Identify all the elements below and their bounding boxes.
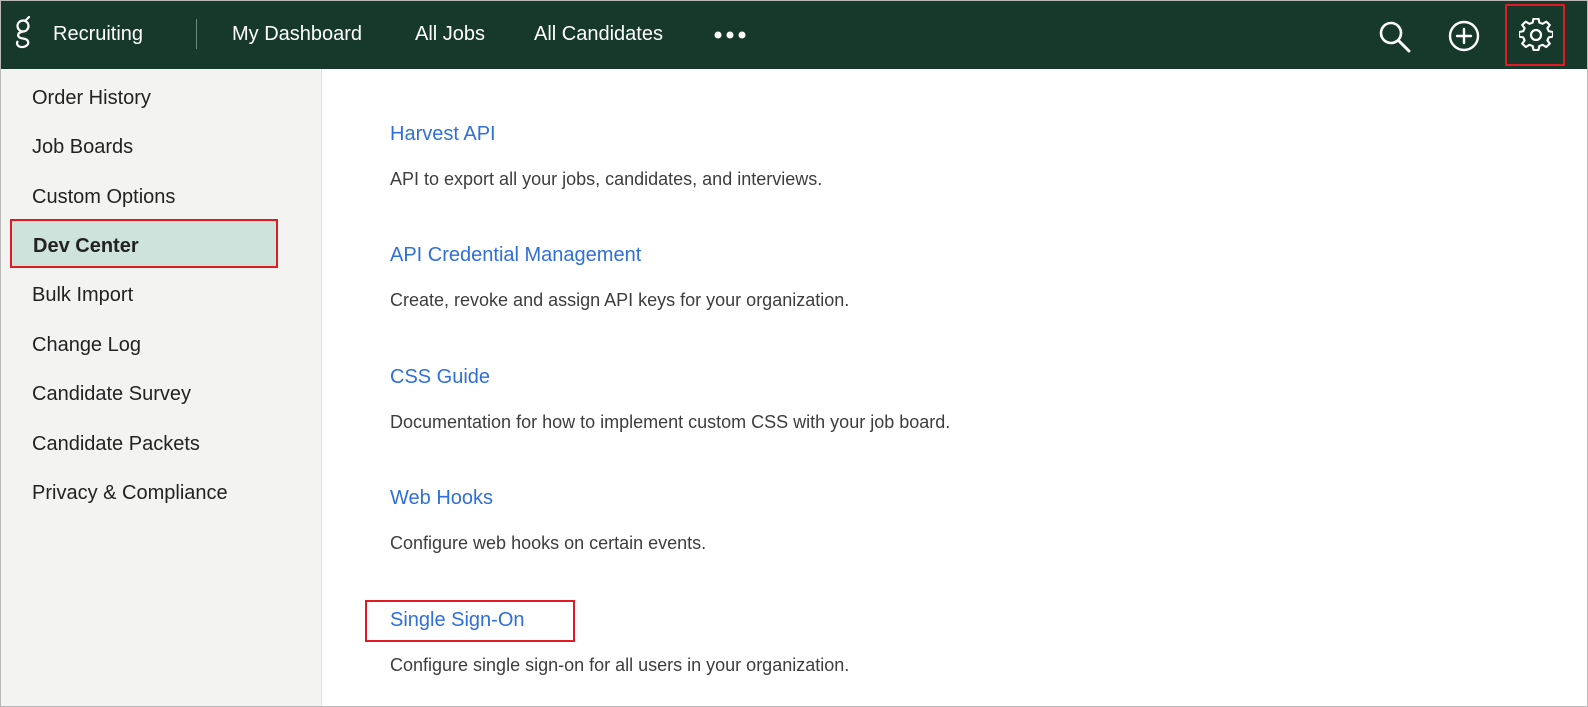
css-guide-description: Documentation for how to implement custo… <box>390 412 951 432</box>
sidebar-item-custom-options[interactable]: Custom Options <box>32 186 175 209</box>
more-dots-icon[interactable] <box>713 28 749 42</box>
sidebar-item-candidate-packets[interactable]: Candidate Packets <box>32 433 200 456</box>
nav-all-jobs[interactable]: All Jobs <box>415 23 485 46</box>
sidebar-item-job-boards[interactable]: Job Boards <box>32 136 133 159</box>
greenhouse-g-logo-icon[interactable] <box>13 13 33 53</box>
gear-icon[interactable] <box>1519 18 1553 52</box>
add-circle-icon[interactable] <box>1447 19 1481 53</box>
api-credential-management-link[interactable]: API Credential Management <box>390 244 641 267</box>
web-hooks-link[interactable]: Web Hooks <box>390 487 493 510</box>
harvest-api-description: API to export all your jobs, candidates,… <box>390 169 823 189</box>
sidebar-item-label: Dev Center <box>33 235 139 257</box>
dev-center-content: Harvest API API to export all your jobs,… <box>323 69 1587 706</box>
api-credential-management-description: Create, revoke and assign API keys for y… <box>390 290 850 310</box>
sidebar-item-candidate-survey[interactable]: Candidate Survey <box>32 383 191 406</box>
css-guide-link[interactable]: CSS Guide <box>390 366 490 389</box>
sidebar-item-order-history[interactable]: Order History <box>32 87 151 110</box>
sidebar-item-bulk-import[interactable]: Bulk Import <box>32 284 133 307</box>
app-window: Recruiting My Dashboard All Jobs All Can… <box>0 0 1588 707</box>
nav-divider <box>196 19 197 49</box>
single-sign-on-link[interactable]: Single Sign-On <box>390 609 525 632</box>
nav-all-candidates[interactable]: All Candidates <box>534 23 663 46</box>
single-sign-on-description: Configure single sign-on for all users i… <box>390 655 850 675</box>
harvest-api-link[interactable]: Harvest API <box>390 123 496 146</box>
sidebar-item-privacy-compliance[interactable]: Privacy & Compliance <box>32 482 228 505</box>
settings-sidebar: Order History Job Boards Custom Options … <box>1 69 322 706</box>
web-hooks-description: Configure web hooks on certain events. <box>390 533 707 553</box>
top-navigation-bar: Recruiting My Dashboard All Jobs All Can… <box>1 1 1587 69</box>
sidebar-item-dev-center[interactable]: Dev Center <box>10 219 278 268</box>
nav-my-dashboard[interactable]: My Dashboard <box>232 23 362 46</box>
app-name[interactable]: Recruiting <box>53 23 143 46</box>
sidebar-item-change-log[interactable]: Change Log <box>32 334 141 357</box>
search-icon[interactable] <box>1377 19 1413 55</box>
